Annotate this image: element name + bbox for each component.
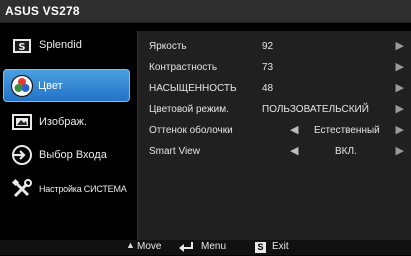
- sidebar-item-label: Splendid: [39, 39, 82, 51]
- svg-text:S: S: [18, 42, 25, 53]
- chevron-right-icon[interactable]: ▶: [396, 123, 404, 136]
- title-bar: ASUS VS278: [0, 0, 411, 23]
- input-select-icon: [10, 143, 34, 167]
- sidebar-item-label: Выбор Входа: [39, 149, 107, 161]
- enter-key-icon: [178, 241, 196, 253]
- osd-menu: ASUS VS278 S Splendid Цвет Изображ. Выбо: [0, 0, 411, 255]
- move-hint: Move: [137, 241, 162, 252]
- setting-label: Контрастность: [149, 62, 218, 73]
- settings-panel: Яркость 92 ▶ Контрастность 73 ▶ НАСЫЩЕНН…: [137, 31, 411, 240]
- sidebar-item-label: Изображ.: [39, 116, 87, 128]
- sidebar-item-input-select[interactable]: Выбор Входа: [0, 140, 135, 170]
- up-down-arrow-icon: ▲: [126, 240, 135, 250]
- image-icon: [10, 110, 34, 134]
- chevron-right-icon: ▶: [395, 61, 404, 73]
- chevron-right-icon: ▶: [395, 40, 404, 52]
- sidebar-item-color[interactable]: Цвет: [3, 69, 130, 102]
- setting-row-brightness[interactable]: Яркость 92 ▶: [138, 38, 411, 56]
- sidebar-item-splendid[interactable]: S Splendid: [0, 31, 135, 61]
- setting-row-smart-view[interactable]: Smart View ◀ ВКЛ. ▶: [138, 143, 411, 161]
- wrench-screwdriver-icon: [10, 177, 34, 201]
- setting-label: Цветовой режим.: [149, 104, 229, 115]
- monitor-model-title: ASUS VS278: [5, 4, 80, 18]
- chevron-right-icon[interactable]: ▶: [396, 144, 404, 157]
- sidebar: S Splendid Цвет Изображ. Выбор Входа Нас…: [0, 23, 136, 240]
- sidebar-item-image[interactable]: Изображ.: [0, 106, 135, 136]
- exit-hint: Exit: [272, 241, 289, 252]
- chevron-left-icon[interactable]: ◀: [290, 123, 298, 136]
- setting-value: Естественный: [314, 125, 380, 136]
- setting-label: Яркость: [149, 41, 187, 52]
- chevron-right-icon: ▶: [395, 82, 404, 94]
- setting-row-color-mode[interactable]: Цветовой режим. ПОЛЬЗОВАТЕЛЬСКИЙ ▶: [138, 101, 411, 119]
- setting-value: ПОЛЬЗОВАТЕЛЬСКИЙ: [262, 104, 369, 115]
- splendid-icon: S: [10, 34, 34, 58]
- chevron-right-icon: ▶: [395, 103, 404, 115]
- menu-hint: Menu: [201, 241, 227, 252]
- setting-value: ВКЛ.: [335, 146, 357, 157]
- sidebar-item-label: Цвет: [38, 80, 63, 92]
- sidebar-item-system-setup[interactable]: Настройка СИСТЕМА: [0, 173, 135, 203]
- setting-row-saturation[interactable]: НАСЫЩЕННОСТЬ 48 ▶: [138, 80, 411, 98]
- setting-row-skin-tone[interactable]: Оттенок оболочки ◀ Естественный ▶: [138, 122, 411, 140]
- setting-label: НАСЫЩЕННОСТЬ: [149, 83, 237, 94]
- setting-value: 48: [262, 83, 274, 94]
- setting-label: Smart View: [149, 146, 200, 157]
- footer-hint-bar: ▲ Move Menu S Exit: [0, 240, 411, 255]
- s-key-icon: S: [255, 242, 266, 253]
- setting-value: 73: [262, 62, 274, 73]
- setting-label: Оттенок оболочки: [149, 125, 233, 136]
- chevron-left-icon[interactable]: ◀: [290, 144, 298, 157]
- setting-row-contrast[interactable]: Контрастность 73 ▶: [138, 59, 411, 77]
- sidebar-item-label: Настройка СИСТЕМА: [39, 184, 127, 194]
- setting-value: 92: [262, 41, 274, 52]
- color-palette-icon: [10, 74, 34, 98]
